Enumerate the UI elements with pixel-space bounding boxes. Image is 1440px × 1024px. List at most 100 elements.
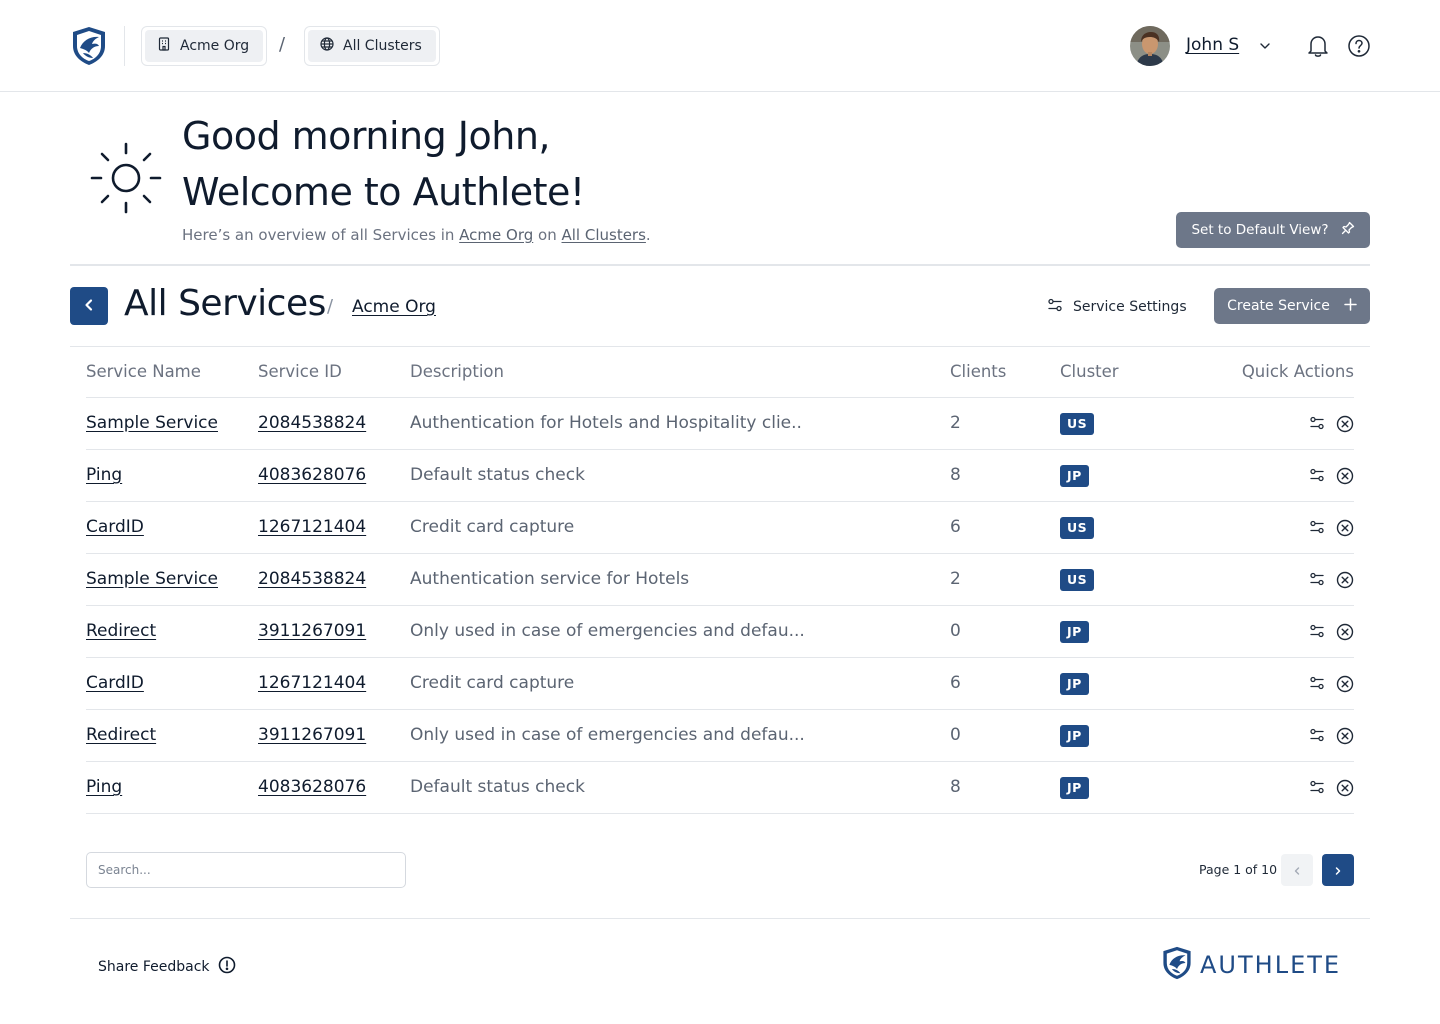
x-circle-icon[interactable]	[1336, 519, 1354, 542]
table-row: Redirect 3911267091 Only used in case of…	[86, 606, 1354, 658]
service-name-link[interactable]: Redirect	[86, 725, 156, 745]
service-id-link[interactable]: 2084538824	[258, 413, 366, 433]
overview-mid: on	[538, 226, 557, 244]
overview-cluster-link[interactable]: All Clusters	[562, 226, 646, 244]
service-id-link[interactable]: 4083628076	[258, 465, 366, 485]
service-id-link[interactable]: 1267121404	[258, 673, 366, 693]
cluster-badge: JP	[1060, 725, 1089, 747]
next-page-button[interactable]	[1322, 854, 1354, 886]
service-id-link[interactable]: 2084538824	[258, 569, 366, 589]
service-name-link[interactable]: CardID	[86, 517, 144, 537]
sliders-icon[interactable]	[1309, 779, 1325, 800]
org-selector[interactable]: Acme Org	[141, 26, 268, 66]
service-id-link[interactable]: 1267121404	[258, 517, 366, 537]
sliders-icon[interactable]	[1309, 415, 1325, 436]
page-title: All Services	[124, 283, 326, 324]
header-clients[interactable]: Clients	[950, 362, 1006, 381]
building-icon	[157, 37, 171, 55]
plus-icon	[1344, 297, 1357, 315]
x-circle-icon[interactable]	[1336, 675, 1354, 698]
header-cluster[interactable]: Cluster	[1060, 362, 1119, 381]
set-default-view-label: Set to Default View?	[1191, 222, 1329, 238]
service-id-link[interactable]: 3911267091	[258, 725, 366, 745]
service-description: Credit card capture	[410, 517, 575, 537]
cluster-badge: JP	[1060, 777, 1089, 799]
cluster-badge: US	[1060, 413, 1095, 435]
x-circle-icon[interactable]	[1336, 623, 1354, 646]
x-circle-icon[interactable]	[1336, 779, 1354, 802]
shield-eagle-icon	[1160, 946, 1194, 984]
chevron-down-icon[interactable]	[1258, 38, 1272, 57]
chevron-left-icon	[82, 297, 96, 316]
service-id-link[interactable]: 4083628076	[258, 777, 366, 797]
header-service-id[interactable]: Service ID	[258, 362, 342, 381]
table-row: Sample Service 2084538824 Authentication…	[86, 554, 1354, 606]
title-org-link[interactable]: Acme Org	[352, 297, 436, 317]
client-count: 6	[950, 517, 961, 537]
sliders-icon	[1047, 297, 1063, 317]
x-circle-icon[interactable]	[1336, 467, 1354, 490]
table-row: Sample Service 2084538824 Authentication…	[86, 398, 1354, 450]
header-description[interactable]: Description	[410, 362, 504, 381]
table-row: CardID 1267121404 Credit card capture 6 …	[86, 502, 1354, 554]
x-circle-icon[interactable]	[1336, 727, 1354, 750]
service-description: Authentication service for Hotels	[410, 569, 690, 589]
service-description: Only used in case of emergencies and def…	[410, 621, 805, 641]
sliders-icon[interactable]	[1309, 467, 1325, 488]
header-divider	[124, 26, 125, 66]
bell-icon[interactable]	[1307, 34, 1329, 62]
header-service-name[interactable]: Service Name	[86, 362, 201, 381]
footer-divider	[70, 918, 1370, 919]
table-header: Service Name Service ID Description Clie…	[86, 347, 1354, 398]
client-count: 8	[950, 777, 961, 797]
back-button[interactable]	[70, 287, 108, 325]
share-feedback-button[interactable]: Share Feedback	[98, 956, 236, 978]
set-default-view-button[interactable]: Set to Default View?	[1176, 212, 1370, 248]
service-description: Default status check	[410, 465, 585, 485]
x-circle-icon[interactable]	[1336, 571, 1354, 594]
avatar[interactable]	[1130, 26, 1170, 66]
pagination-label: Page 1 of 10	[1199, 862, 1278, 877]
service-name-link[interactable]: Ping	[86, 777, 122, 797]
service-id-link[interactable]: 3911267091	[258, 621, 366, 641]
x-circle-icon[interactable]	[1336, 415, 1354, 438]
service-settings-label: Service Settings	[1073, 299, 1187, 315]
overview-prefix: Here’s an overview of all Services in	[182, 226, 455, 244]
previous-page-button[interactable]	[1281, 854, 1313, 886]
client-count: 2	[950, 413, 961, 433]
authlete-logo-icon[interactable]	[69, 26, 109, 66]
table-row: CardID 1267121404 Credit card capture 6 …	[86, 658, 1354, 710]
create-service-button[interactable]: Create Service	[1214, 288, 1370, 324]
greeting-line: Good morning John,	[182, 114, 551, 158]
org-selector-label: Acme Org	[180, 38, 250, 54]
service-name-link[interactable]: CardID	[86, 673, 144, 693]
service-description: Credit card capture	[410, 673, 575, 693]
service-name-link[interactable]: Sample Service	[86, 569, 218, 589]
sliders-icon[interactable]	[1309, 571, 1325, 592]
sliders-icon[interactable]	[1309, 623, 1325, 644]
service-name-link[interactable]: Redirect	[86, 621, 156, 641]
search-input[interactable]	[86, 852, 406, 888]
cluster-selector[interactable]: All Clusters	[304, 26, 440, 66]
exclamation-circle-icon	[218, 956, 236, 978]
service-settings-button[interactable]: Service Settings	[1047, 297, 1187, 317]
greeting-divider	[70, 264, 1370, 266]
service-description: Authentication for Hotels and Hospitalit…	[410, 413, 802, 433]
overview-org-link[interactable]: Acme Org	[459, 226, 533, 244]
user-menu-name[interactable]: John S	[1186, 35, 1239, 55]
cluster-badge: JP	[1060, 621, 1089, 643]
sliders-icon[interactable]	[1309, 675, 1325, 696]
cluster-badge: JP	[1060, 465, 1089, 487]
client-count: 2	[950, 569, 961, 589]
cluster-badge: US	[1060, 517, 1095, 539]
service-description: Only used in case of emergencies and def…	[410, 725, 805, 745]
services-table-body: Sample Service 2084538824 Authentication…	[86, 398, 1354, 814]
sun-icon	[90, 142, 162, 218]
client-count: 0	[950, 725, 961, 745]
breadcrumb-separator: /	[279, 34, 286, 55]
sliders-icon[interactable]	[1309, 519, 1325, 540]
question-circle-icon[interactable]	[1347, 34, 1371, 62]
service-name-link[interactable]: Ping	[86, 465, 122, 485]
service-name-link[interactable]: Sample Service	[86, 413, 218, 433]
sliders-icon[interactable]	[1309, 727, 1325, 748]
